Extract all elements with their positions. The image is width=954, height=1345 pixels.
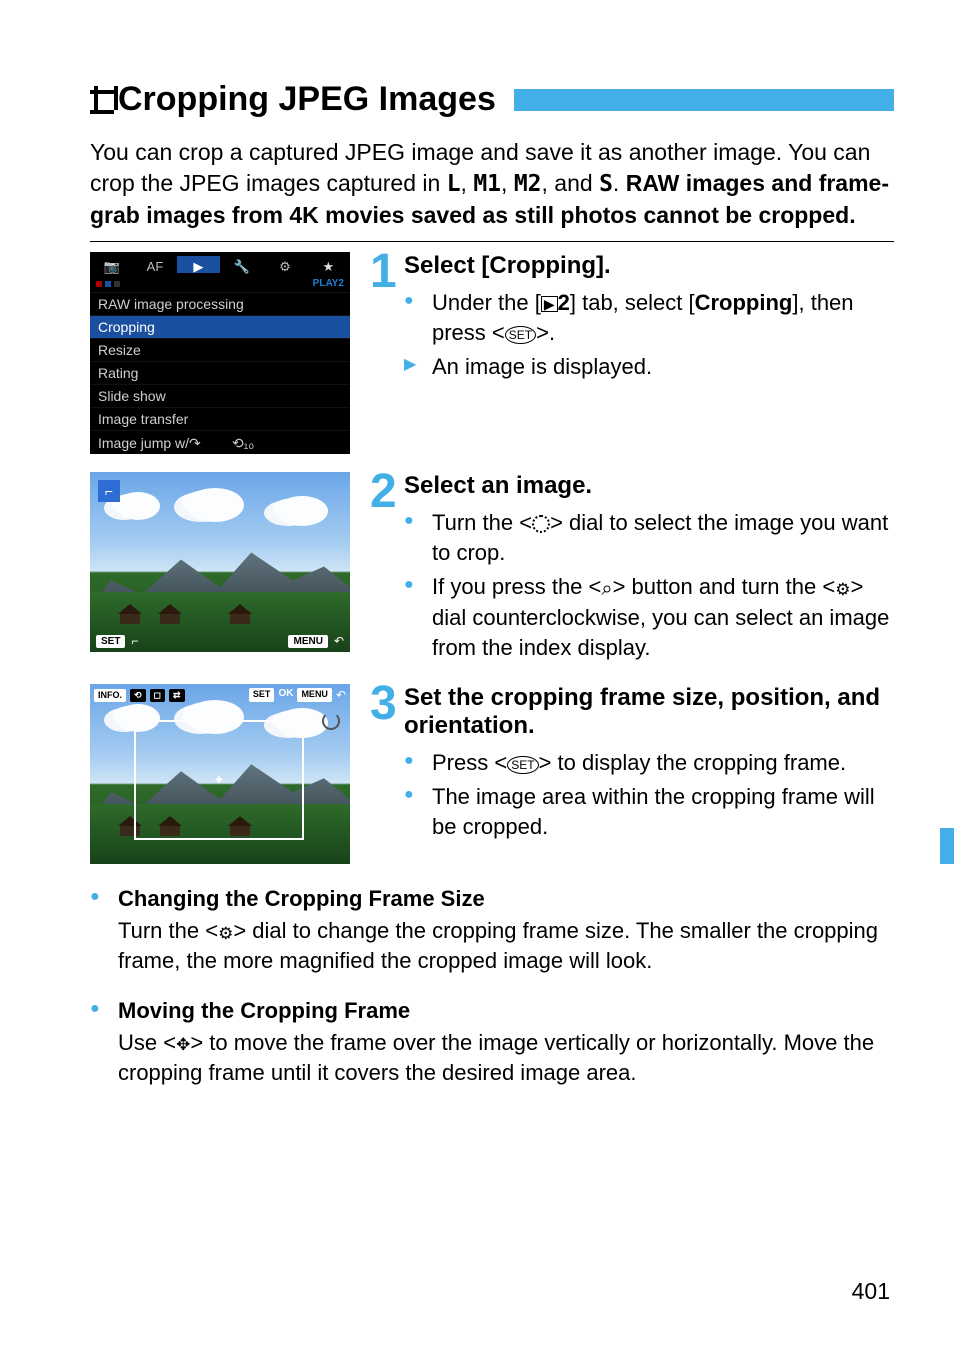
step-2-bullet-2: If you press the <⌕> button and turn the… [404, 572, 894, 662]
step-1-bullet-2: An image is displayed. [404, 352, 894, 382]
sub-head-size: Changing the Cropping Frame Size [90, 886, 894, 912]
play-tab-icon: ▶ [541, 296, 558, 312]
step-3-bullets: Press <SET> to display the cropping fram… [396, 748, 894, 841]
menu-tab-af: AF [133, 256, 176, 273]
step-3-screenshot: INFO. ⟲ ◻ ⇄ SET OK MENU ↶ ✦ [90, 684, 386, 864]
set-button-icon: SET [505, 326, 536, 344]
page: Cropping JPEG Images You can crop a capt… [0, 0, 954, 1345]
section-edge-tab [940, 828, 954, 864]
size-m1: M1 [473, 171, 501, 197]
quick-control-dial-icon [532, 515, 550, 533]
sub-head-move: Moving the Cropping Frame [90, 998, 894, 1024]
sub-body-move: Use <✥> to move the frame over the image… [90, 1028, 894, 1087]
intro-paragraph: You can crop a captured JPEG image and s… [90, 137, 894, 231]
separator-rule [90, 241, 894, 242]
subsection-frame-size: Changing the Cropping Frame Size Turn th… [90, 886, 894, 976]
menu-list: RAW image processing Cropping Resize Rat… [90, 292, 350, 454]
step-1-bullet-1: Under the [▶2] tab, select [Cropping], t… [404, 288, 894, 347]
crop-frame-overlay: ✦ [134, 720, 304, 840]
menu-tab-setup: 🔧 [220, 256, 263, 273]
step-3-bullet-2: The image area within the cropping frame… [404, 782, 894, 841]
menu-item-jump: Image jump w/↷ ⟲₁₀ [90, 430, 350, 454]
menu-item-resize: Resize [90, 338, 350, 361]
step-2-bullet-1: Turn the <> dial to select the image you… [404, 508, 894, 567]
step-1-text: 1 Select [Cropping]. Under the [▶2] tab,… [396, 252, 894, 385]
menu-tab-mymenu: ★ [307, 256, 350, 273]
crop-mode-icon: ⌐ [98, 480, 120, 502]
step-1-bullets: Under the [▶2] tab, select [Cropping], t… [396, 288, 894, 381]
sub-body-size: Turn the <⚙> dial to change the cropping… [90, 916, 894, 976]
step-number-2: 2 [370, 464, 397, 519]
set-badge: SET [96, 635, 125, 648]
step-number-3: 3 [370, 676, 397, 731]
step-3-row: INFO. ⟲ ◻ ⇄ SET OK MENU ↶ ✦ [90, 684, 894, 864]
step-3-text: 3 Set the cropping frame size, position,… [396, 684, 894, 845]
shot2-bottom-right: MENU ↶ [288, 634, 344, 648]
step-1-screenshot: 📷 AF ▶ 🔧 ⚙ ★ PLAY2 RAW image processing … [90, 252, 386, 454]
size-s: S [599, 171, 613, 197]
menu-item-slideshow: Slide show [90, 384, 350, 407]
page-title: Cropping JPEG Images [118, 80, 496, 119]
multi-controller-icon: ✥ [176, 1034, 190, 1057]
steps-area: 📷 AF ▶ 🔧 ⚙ ★ PLAY2 RAW image processing … [90, 252, 894, 864]
menu-page-label: PLAY2 [313, 279, 344, 289]
menu-badge: MENU [288, 635, 327, 648]
crop-icon [90, 86, 118, 114]
menu-item-rating: Rating [90, 361, 350, 384]
step-2-row: ⌐ SET ⌐ MENU ↶ 2 Select an image. Tur [90, 472, 894, 666]
menu-tab-custom: ⚙ [263, 256, 306, 273]
set-badge-top: SET [249, 688, 275, 702]
step-3-bullet-1: Press <SET> to display the cropping fram… [404, 748, 894, 778]
subsection-move-frame: Moving the Cropping Frame Use <✥> to mov… [90, 998, 894, 1087]
ok-label: OK [278, 688, 293, 702]
menu-page-indicator: PLAY2 [90, 276, 350, 292]
menu-tab-row: 📷 AF ▶ 🔧 ⚙ ★ [90, 252, 350, 276]
return-icon: ↶ [334, 634, 344, 648]
menu-item-cropping: Cropping [90, 315, 350, 338]
page-title-row: Cropping JPEG Images [90, 80, 894, 119]
menu-item-transfer: Image transfer [90, 407, 350, 430]
size-l: L [447, 171, 461, 197]
center-marker-icon: ✦ [213, 772, 225, 789]
step-1-heading: Select [Cropping]. [404, 252, 894, 280]
crop-frame-screenshot: INFO. ⟲ ◻ ⇄ SET OK MENU ↶ ✦ [90, 684, 350, 864]
step-number-1: 1 [370, 244, 397, 299]
set-button-icon: SET [507, 756, 538, 774]
info-badge: INFO. [94, 689, 126, 702]
size-m2: M2 [514, 171, 542, 197]
crop-icon-small: ⌐ [131, 634, 138, 648]
step-2-heading: Select an image. [404, 472, 894, 500]
step-2-text: 2 Select an image. Turn the <> dial to s… [396, 472, 894, 666]
page-number: 401 [852, 1278, 890, 1305]
step-2-bullets: Turn the <> dial to select the image you… [396, 508, 894, 662]
image-select-screenshot: ⌐ SET ⌐ MENU ↶ [90, 472, 350, 652]
orientation-icon: ⟲ [130, 689, 146, 702]
menu-item-raw: RAW image processing [90, 292, 350, 315]
menu-badge-top: MENU [297, 688, 332, 702]
main-dial-icon: ⚙ [218, 923, 233, 946]
magnify-icon: ⌕ [601, 578, 612, 600]
shot3-topbar: INFO. ⟲ ◻ ⇄ SET OK MENU ↶ [94, 688, 346, 702]
main-dial-icon: ⚙ [835, 579, 850, 602]
aspect-icon: ◻ [150, 689, 165, 702]
menu-tab-play: ▶ [177, 256, 220, 273]
compare-icon: ⇄ [169, 689, 185, 702]
step-1-row: 📷 AF ▶ 🔧 ⚙ ★ PLAY2 RAW image processing … [90, 252, 894, 454]
shot2-bottom-left: SET ⌐ [96, 634, 138, 648]
return-icon-top: ↶ [336, 688, 346, 702]
step-3-heading: Set the cropping frame size, position, a… [404, 684, 894, 740]
step-2-screenshot: ⌐ SET ⌐ MENU ↶ [90, 472, 386, 652]
title-accent-bar [514, 89, 894, 111]
camera-menu-screenshot: 📷 AF ▶ 🔧 ⚙ ★ PLAY2 RAW image processing … [90, 252, 350, 454]
menu-tab-shoot: 📷 [90, 256, 133, 273]
